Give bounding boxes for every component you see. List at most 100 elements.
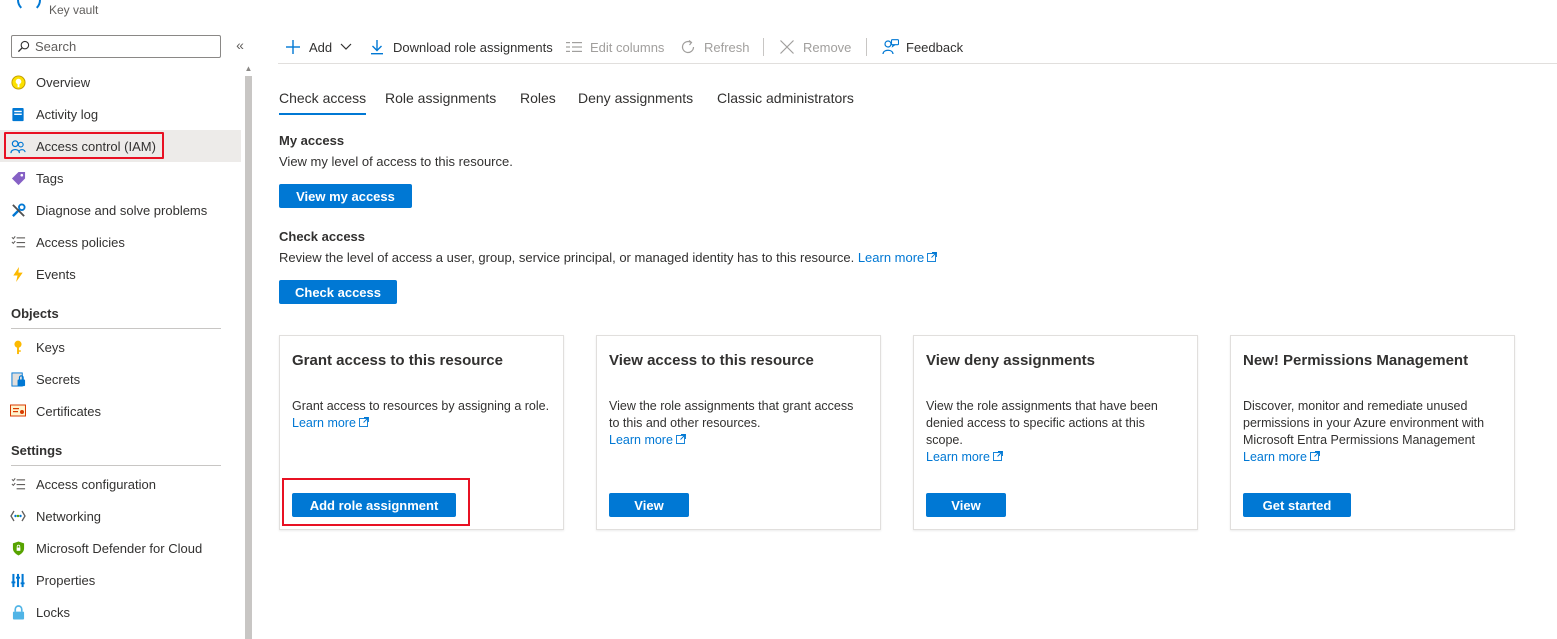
sidebar-item-label: Microsoft Defender for Cloud — [36, 541, 203, 556]
sidebar-item-label: Overview — [36, 75, 91, 90]
checklist-icon — [10, 476, 26, 492]
sidebar-item-events[interactable]: Events — [0, 258, 241, 290]
remove-label: Remove — [803, 39, 852, 55]
view-access-button[interactable]: View — [609, 493, 689, 517]
download-role-assignments-button[interactable]: Download role assignments — [368, 37, 553, 57]
my-access-description: View my level of access to this resource… — [279, 154, 513, 169]
certificate-icon — [10, 403, 26, 419]
sidebar-item-label: Access control (IAM) — [36, 139, 156, 154]
scroll-thumb[interactable] — [245, 76, 252, 639]
card-title: View access to this resource — [609, 352, 814, 369]
columns-icon — [565, 38, 583, 56]
sidebar-item-label: Certificates — [36, 404, 102, 419]
toolbar-separator — [866, 38, 867, 56]
tab-check-access[interactable]: Check access — [279, 90, 367, 115]
refresh-label: Refresh — [704, 39, 750, 55]
card-description: Grant access to resources by assigning a… — [292, 399, 550, 430]
sidebar-item-activity-log[interactable]: Activity log — [0, 98, 241, 130]
tab-classic-administrators[interactable]: Classic administrators — [717, 90, 854, 106]
add-label: Add — [309, 39, 333, 55]
view-deny-assignments-button[interactable]: View — [926, 493, 1006, 517]
card-view-access: View access to this resource View the ro… — [596, 335, 881, 530]
edit-columns-label: Edit columns — [590, 39, 665, 55]
get-started-button[interactable]: Get started — [1243, 493, 1351, 517]
my-access-title: My access — [279, 133, 345, 148]
sidebar-item-access-configuration[interactable]: Access configuration — [0, 468, 241, 500]
sidebar-item-label: Properties — [36, 573, 96, 588]
collapse-sidebar-button[interactable]: « — [233, 36, 247, 54]
sidebar-item-diagnose[interactable]: Diagnose and solve problems — [0, 194, 241, 226]
key-icon — [10, 339, 26, 355]
view-my-access-button[interactable]: View my access — [279, 184, 412, 208]
shield-icon — [10, 540, 26, 556]
tab-deny-assignments[interactable]: Deny assignments — [578, 90, 693, 106]
tag-icon — [10, 170, 26, 186]
lock-icon — [10, 604, 26, 620]
secret-icon — [10, 371, 26, 387]
sidebar-item-tags[interactable]: Tags — [0, 162, 241, 194]
feedback-button[interactable]: Feedback — [881, 37, 963, 57]
resource-type-label: Key vault — [49, 3, 99, 17]
learn-more-link[interactable]: Learn more — [1243, 450, 1320, 464]
card-description: Discover, monitor and remediate unused p… — [1243, 399, 1485, 464]
wrench-icon — [10, 202, 26, 218]
sidebar-item-keys[interactable]: Keys — [0, 331, 241, 363]
external-link-icon — [927, 252, 938, 262]
sidebar-item-secrets[interactable]: Secrets — [0, 363, 241, 395]
search-box[interactable] — [11, 35, 221, 58]
activity-log-icon — [10, 106, 26, 122]
check-access-button[interactable]: Check access — [279, 280, 397, 304]
feedback-icon — [881, 38, 899, 56]
card-grant-access: Grant access to this resource Grant acce… — [279, 335, 564, 530]
tab-roles[interactable]: Roles — [520, 90, 556, 106]
refresh-button[interactable]: Refresh — [679, 37, 750, 57]
checklist-icon — [10, 234, 26, 250]
sidebar-item-defender[interactable]: Microsoft Defender for Cloud — [0, 532, 241, 564]
card-permissions-management: New! Permissions Management Discover, mo… — [1230, 335, 1515, 530]
sidebar: « ▲ Overview Activity log Access control… — [0, 30, 253, 639]
sidebar-item-certificates[interactable]: Certificates — [0, 395, 241, 427]
check-access-description: Review the level of access a user, group… — [279, 250, 855, 265]
sidebar-item-overview[interactable]: Overview — [0, 66, 241, 98]
external-link-icon — [992, 451, 1003, 461]
add-button[interactable]: Add — [284, 37, 352, 57]
sidebar-item-locks[interactable]: Locks — [0, 596, 241, 628]
network-icon — [10, 508, 26, 524]
sidebar-scrollbar[interactable]: ▲ — [244, 64, 253, 639]
toolbar-separator — [763, 38, 764, 56]
sidebar-item-properties[interactable]: Properties — [0, 564, 241, 596]
add-role-assignment-button[interactable]: Add role assignment — [292, 493, 456, 517]
sidebar-item-networking[interactable]: Networking — [0, 500, 241, 532]
sidebar-item-access-policies[interactable]: Access policies — [0, 226, 241, 258]
card-description: View the role assignments that have been… — [926, 399, 1158, 464]
divider — [11, 465, 221, 466]
scroll-up-arrow-icon[interactable]: ▲ — [244, 64, 253, 74]
card-title: New! Permissions Management — [1243, 352, 1469, 369]
feedback-label: Feedback — [906, 39, 964, 55]
sidebar-item-access-control[interactable]: Access control (IAM) — [0, 130, 241, 162]
remove-button[interactable]: Remove — [778, 37, 851, 57]
card-title: View deny assignments — [926, 352, 1095, 369]
edit-columns-button[interactable]: Edit columns — [565, 37, 664, 57]
properties-icon — [10, 572, 26, 588]
tab-role-assignments[interactable]: Role assignments — [385, 90, 496, 106]
external-link-icon — [675, 434, 686, 444]
check-access-description-row: Review the level of access a user, group… — [279, 250, 938, 265]
learn-more-link[interactable]: Learn more — [858, 250, 938, 265]
overview-icon — [10, 74, 26, 90]
search-input[interactable] — [35, 38, 215, 55]
command-bar: Add Download role assignments Edit colum… — [278, 30, 1557, 64]
sidebar-item-label: Secrets — [36, 372, 81, 387]
key-vault-icon — [17, 0, 41, 12]
learn-more-link[interactable]: Learn more — [609, 433, 686, 447]
sidebar-item-label: Locks — [36, 605, 70, 620]
settings-heading: Settings — [11, 443, 63, 458]
sidebar-item-label: Events — [36, 267, 76, 282]
card-view-deny-assignments: View deny assignments View the role assi… — [913, 335, 1198, 530]
external-link-icon — [358, 417, 369, 427]
learn-more-link[interactable]: Learn more — [926, 450, 1003, 464]
plus-icon — [284, 38, 302, 56]
card-description: View the role assignments that grant acc… — [609, 399, 854, 447]
close-icon — [778, 38, 796, 56]
learn-more-link[interactable]: Learn more — [292, 416, 369, 430]
